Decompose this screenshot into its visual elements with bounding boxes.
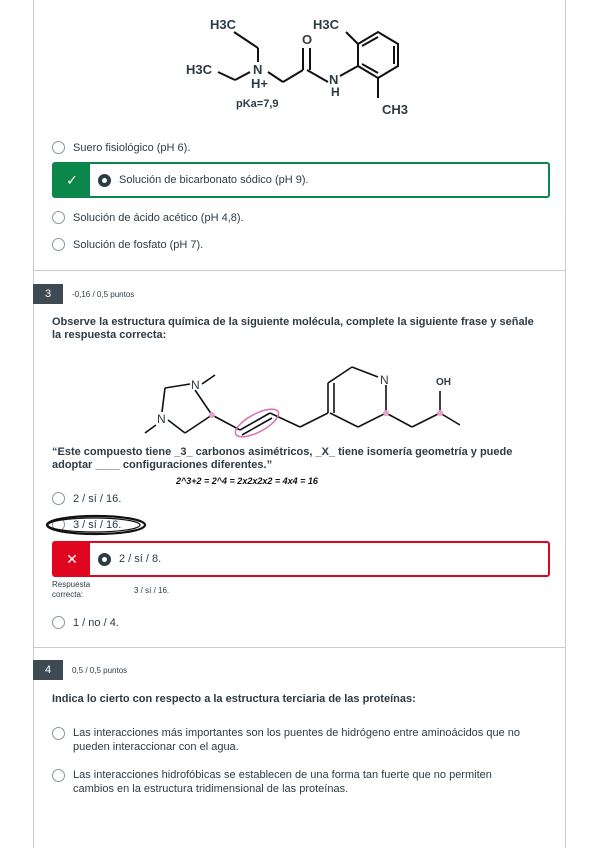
mol-label-h3c-1: H3C — [210, 17, 237, 32]
hand-drawn-circle — [45, 514, 147, 536]
q3-option-3-incorrect[interactable]: ✕ 2 / sí / 8. — [52, 541, 550, 577]
option-label: Solución de fosfato (pH 7). — [73, 238, 204, 251]
molecule-image-q3 — [144, 366, 460, 438]
question-text-line: Observe la estructura química de la sigu… — [52, 316, 534, 328]
mol-label-ch3: CH3 — [382, 102, 409, 117]
sentence-line: “Este compuesto tiene _3_ carbonos asimé… — [52, 446, 513, 458]
option-label: Las interacciones más importantes son lo… — [73, 726, 520, 754]
fill-in-sentence: “Este compuesto tiene _3_ carbonos asimé… — [52, 446, 512, 472]
option-label: Solución de ácido acético (pH 4,8). — [73, 211, 244, 224]
radio-unselected-icon[interactable] — [52, 727, 65, 740]
option-label: 2 / sí / 8. — [119, 553, 162, 565]
question-text: Indica lo cierto con respecto a la estru… — [52, 693, 416, 705]
option-label-line: Las interacciones más importantes son lo… — [73, 727, 520, 739]
option-label: Las interacciones hidrofóbicas se establ… — [73, 768, 492, 796]
option-label: 1 / no / 4. — [73, 616, 119, 629]
q2-option-3[interactable]: Solución de ácido acético (pH 4,8). — [52, 211, 244, 224]
q3-option-1[interactable]: 2 / sí / 16. — [52, 492, 121, 505]
mol-label-o: O — [302, 32, 313, 47]
mol-label-pka: pKa=7,9 — [236, 98, 279, 110]
radio-unselected-icon[interactable] — [52, 492, 65, 505]
correct-label-line: Respuesta — [52, 580, 91, 589]
q4-option-1[interactable]: Las interacciones más importantes son lo… — [52, 726, 520, 754]
option-label-line: pueden interaccionar con el agua. — [73, 741, 239, 753]
check-icon: ✓ — [54, 164, 90, 196]
radio-unselected-icon[interactable] — [52, 141, 65, 154]
mol-label-h-amide: H — [331, 85, 340, 99]
radio-selected-icon[interactable] — [98, 552, 111, 566]
mol-label-n-3: N — [380, 373, 389, 387]
mol-label-h-plus: H+ — [251, 76, 268, 91]
question-number: 3 — [33, 284, 63, 304]
option-label: 2 / sí / 16. — [73, 492, 122, 505]
mol-label-h3c-3: H3C — [313, 17, 340, 32]
question-points: 0,5 / 0,5 puntos — [72, 666, 128, 675]
question-text: Observe la estructura química de la sigu… — [52, 316, 534, 342]
q4-option-2[interactable]: Las interacciones hidrofóbicas se establ… — [52, 768, 492, 796]
mol-label-h3c-2: H3C — [186, 62, 213, 77]
question-text-line: la respuesta correcta: — [52, 329, 167, 341]
x-icon: ✕ — [54, 543, 90, 575]
radio-unselected-icon[interactable] — [52, 769, 65, 782]
correct-answer-label: Respuesta correcta: — [52, 580, 90, 600]
radio-unselected-icon[interactable] — [52, 616, 65, 629]
mol-label-oh: OH — [436, 377, 451, 388]
mol-label-n-plus: N — [253, 62, 263, 77]
option-label: Suero fisiológico (pH 6). — [73, 141, 191, 154]
question-divider — [33, 647, 566, 648]
question-number: 4 — [33, 660, 63, 680]
handwritten-annotation: 2^3+2 = 2^4 = 2x2x2x2 = 4x4 = 16 — [176, 476, 318, 486]
sentence-line: adoptar ____ configuraciones diferentes.… — [52, 459, 273, 471]
radio-unselected-icon[interactable] — [52, 211, 65, 224]
option-label: Solución de bicarbonato sódico (pH 9). — [119, 174, 309, 186]
radio-unselected-icon[interactable] — [52, 238, 65, 251]
correct-answer-value: 3 / sí / 16. — [134, 586, 170, 595]
correct-label-line: correcta: — [52, 590, 84, 599]
q3-option-4[interactable]: 1 / no / 4. — [52, 616, 119, 629]
question-divider — [33, 270, 566, 271]
q2-option-1[interactable]: Suero fisiológico (pH 6). — [52, 141, 190, 154]
option-label-line: cambios en la estructura tridimensional … — [73, 783, 349, 795]
q2-option-2-correct[interactable]: ✓ Solución de bicarbonato sódico (pH 9). — [52, 162, 550, 198]
radio-selected-icon[interactable] — [98, 173, 111, 187]
mol-label-n-2: N — [157, 412, 166, 426]
q2-option-4[interactable]: Solución de fosfato (pH 7). — [52, 238, 203, 251]
question-points: -0,16 / 0,5 puntos — [72, 290, 135, 299]
option-label-line: Las interacciones hidrofóbicas se establ… — [73, 769, 492, 781]
mol-label-n-1: N — [191, 378, 200, 392]
